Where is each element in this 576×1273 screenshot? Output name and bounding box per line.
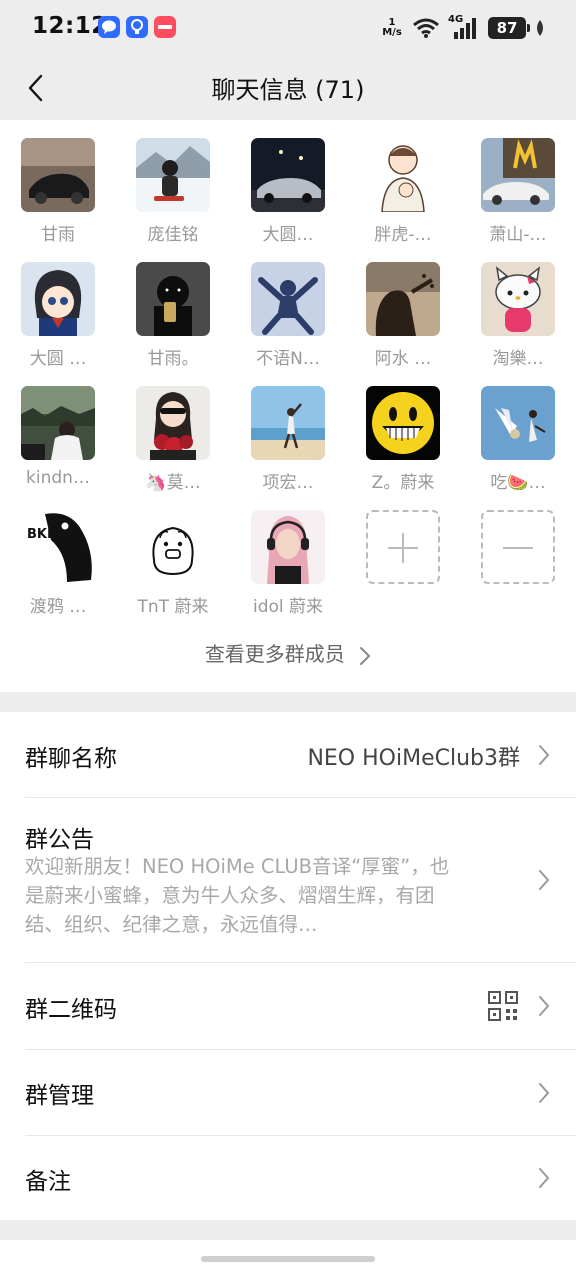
avatar (251, 262, 325, 336)
group-notice-row[interactable]: 群公告 欢迎新朋友！NEO HOiMe CLUB音译“厚蜜”，也是蔚来小蜜蜂，意… (0, 798, 576, 962)
group-manage-row[interactable]: 群管理 (0, 1050, 576, 1136)
group-name-value: NEO HOiMeClub3群 (307, 746, 520, 771)
member-item[interactable]: 🦄莫… (123, 386, 223, 498)
member-item[interactable]: 不语N… (238, 262, 338, 374)
status-time: 12:12 (32, 13, 108, 39)
red-app-icon (154, 16, 176, 38)
group-notice-text: 欢迎新朋友！NEO HOiMe CLUB音译“厚蜜”，也是蔚来小蜜蜂，意为牛人众… (25, 855, 450, 936)
member-name: 项宏… (262, 473, 314, 493)
chevron-right-icon (539, 745, 549, 765)
member-name: 甘雨。 (147, 349, 199, 369)
chevron-right-icon (539, 1083, 549, 1103)
member-name: 吃🍉… (490, 473, 546, 493)
member-item[interactable]: 甘雨。 (123, 262, 223, 374)
member-name: TnT 蔚来 (137, 597, 209, 617)
group-settings: 群聊名称 NEO HOiMeClub3群 群公告 欢迎新朋友！NEO HOiMe… (0, 712, 576, 1220)
remark-label: 备注 (25, 1169, 71, 1195)
member-name: 不语N… (256, 349, 320, 369)
group-qr-label: 群二维码 (25, 997, 117, 1023)
group-notice-label: 群公告 (25, 827, 94, 853)
chevron-right-icon (360, 646, 371, 665)
chevron-right-icon (539, 870, 549, 890)
avatar (136, 510, 210, 584)
qr-code-icon (488, 991, 518, 1021)
plus-icon (366, 510, 440, 584)
member-item[interactable]: 项宏… (238, 386, 338, 498)
add-member-button[interactable] (353, 510, 453, 622)
member-name: Z。蔚来 (371, 473, 435, 493)
bulb-app-icon (126, 16, 148, 38)
member-name: 甘雨 (41, 225, 75, 245)
avatar (251, 138, 325, 212)
cellular-signal-icon: 4G (448, 14, 480, 40)
avatar (481, 262, 555, 336)
avatar: BKD (21, 510, 95, 584)
avatar (481, 386, 555, 460)
member-item[interactable]: 大圆 … (8, 262, 108, 374)
member-item[interactable]: 胖虎-… (353, 138, 453, 250)
member-grid: 甘雨 庞佳铭 大圆… 胖虎-… 萧山-… 大圆 … 甘雨。 不语N… 阿水 … … (0, 120, 576, 692)
member-item[interactable]: BKD 渡鸦 … (8, 510, 108, 622)
chevron-right-icon (539, 1168, 549, 1188)
member-name: 淘樂… (492, 349, 544, 369)
group-name-label: 群聊名称 (25, 746, 117, 772)
group-qr-row[interactable]: 群二维码 (0, 963, 576, 1049)
member-item[interactable]: 大圆… (238, 138, 338, 250)
group-name-row[interactable]: 群聊名称 NEO HOiMeClub3群 (0, 712, 576, 798)
remove-member-button[interactable] (468, 510, 568, 622)
member-name: idol 蔚来 (252, 597, 324, 617)
message-app-icon (98, 16, 120, 38)
member-item[interactable]: TnT 蔚来 (123, 510, 223, 622)
member-name: kindn… (26, 468, 90, 488)
member-name: 大圆 … (29, 349, 87, 369)
status-bar: 12:12 1 M/s 4G 87 (0, 0, 576, 56)
member-name: 胖虎-… (374, 225, 432, 245)
member-item[interactable]: 淘樂… (468, 262, 568, 374)
home-indicator[interactable] (201, 1256, 375, 1262)
chevron-right-icon (539, 996, 549, 1016)
svg-text:BKD: BKD (27, 527, 58, 542)
view-more-members-link[interactable]: 查看更多群成员 (0, 638, 576, 667)
avatar (481, 138, 555, 212)
avatar (21, 386, 95, 460)
member-name: 🦄莫… (145, 473, 201, 493)
member-item[interactable]: 庞佳铭 (123, 138, 223, 250)
avatar (251, 386, 325, 460)
avatar (366, 262, 440, 336)
avatar (251, 510, 325, 584)
page-title: 聊天信息 (71) (211, 76, 365, 104)
member-name: 大圆… (262, 225, 314, 245)
member-name: 渡鸦 … (29, 597, 87, 617)
member-item[interactable]: 萧山-… (468, 138, 568, 250)
avatar (366, 138, 440, 212)
member-name: 庞佳铭 (147, 225, 199, 245)
wifi-icon (413, 18, 439, 38)
minus-icon (481, 510, 555, 584)
member-item[interactable]: idol 蔚来 (238, 510, 338, 622)
member-item[interactable]: 吃🍉… (468, 386, 568, 498)
avatar (21, 262, 95, 336)
remark-row[interactable]: 备注 (0, 1136, 576, 1220)
member-item[interactable]: 阿水 … (353, 262, 453, 374)
network-speed: 1 M/s (382, 17, 402, 38)
group-manage-label: 群管理 (25, 1083, 94, 1109)
avatar (366, 386, 440, 460)
member-name: 萧山-… (489, 225, 547, 245)
member-item[interactable]: Z。蔚来 (353, 386, 453, 498)
leaf-icon (537, 20, 543, 36)
avatar (136, 262, 210, 336)
member-name: 阿水 … (374, 349, 432, 369)
avatar (21, 138, 95, 212)
member-item[interactable]: 甘雨 (8, 138, 108, 250)
avatar (136, 386, 210, 460)
avatar (136, 138, 210, 212)
nav-bar: 聊天信息 (71) (0, 56, 576, 120)
member-item[interactable]: kindn… (8, 386, 108, 498)
battery-indicator: 87 (488, 17, 530, 39)
